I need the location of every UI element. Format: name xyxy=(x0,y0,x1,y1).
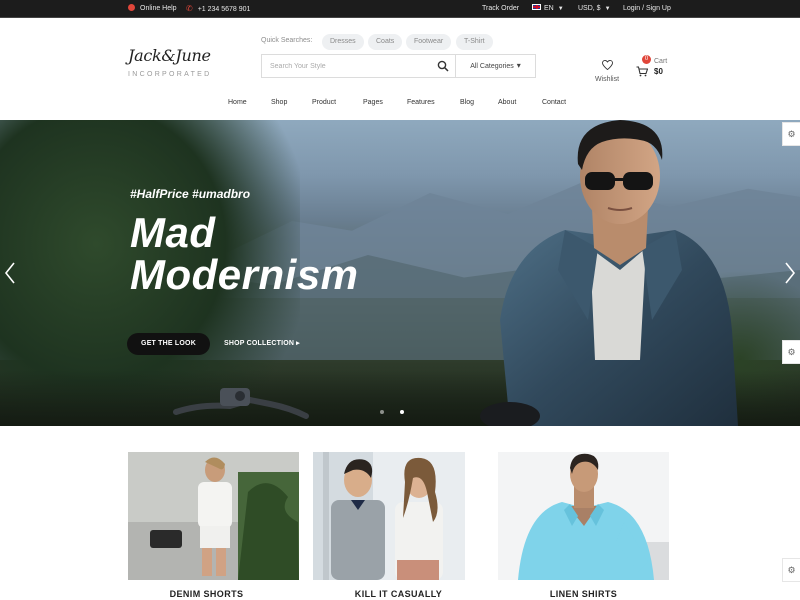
heart-icon xyxy=(601,59,613,71)
hero-title-line2: Modernism xyxy=(130,251,359,298)
motorcycle-handlebar-image xyxy=(173,388,309,419)
slider-next-arrow-icon[interactable] xyxy=(782,260,798,286)
nav-item-about[interactable]: About xyxy=(498,99,516,106)
nav-item-pages[interactable]: Pages xyxy=(363,99,383,106)
slider-prev-arrow-icon[interactable] xyxy=(2,260,18,286)
nav-item-home[interactable]: Home xyxy=(228,99,247,106)
help-icon xyxy=(128,4,135,11)
nav-item-features[interactable]: Features xyxy=(407,99,435,106)
nav-item-contact[interactable]: Contact xyxy=(542,99,566,106)
get-the-look-button[interactable]: GET THE LOOK xyxy=(127,333,210,355)
gear-icon: ⚙ xyxy=(787,564,796,575)
cart-icon xyxy=(636,66,648,77)
nav-item-product[interactable]: Product xyxy=(312,99,336,106)
language-select[interactable]: EN ▼ xyxy=(532,0,564,18)
quick-search-tag[interactable]: Dresses xyxy=(322,34,364,50)
slider-dot-active[interactable] xyxy=(400,410,404,414)
cart-total: $0 xyxy=(654,67,663,76)
track-order-link[interactable]: Track Order xyxy=(482,0,519,18)
play-arrow-icon: ▸ xyxy=(296,340,300,347)
hero-model-image xyxy=(480,120,738,426)
slider-dot[interactable] xyxy=(380,410,384,414)
gear-icon: ⚙ xyxy=(787,128,796,139)
category-image xyxy=(128,452,299,580)
currency-label: USD, $ xyxy=(578,5,601,12)
phone-icon: ✆ xyxy=(186,4,193,13)
language-label: EN xyxy=(544,5,554,12)
phone-label: +1 234 5678 901 xyxy=(197,6,251,13)
settings-tool[interactable]: ⚙ xyxy=(782,340,800,364)
slider-pagination xyxy=(380,410,410,416)
category-card-linen-shirts[interactable] xyxy=(498,452,669,580)
search-input[interactable] xyxy=(262,55,458,77)
nav-item-shop[interactable]: Shop xyxy=(271,99,287,106)
hero-title-line1: Mad xyxy=(130,209,216,256)
top-bar: Online Help ✆ +1 234 5678 901 Track Order… xyxy=(0,0,800,18)
nav-item-blog[interactable]: Blog xyxy=(460,99,474,106)
wishlist-button[interactable]: Wishlist xyxy=(588,57,626,83)
quick-searches-label: Quick Searches: xyxy=(261,37,313,44)
uk-flag-icon xyxy=(532,4,541,10)
login-signup-link[interactable]: Login / Sign Up xyxy=(623,0,671,18)
category-select-label: All Categories xyxy=(470,63,514,70)
hero-tagline: #HalfPrice #umadbro xyxy=(130,187,251,201)
category-label[interactable]: KILL IT CASUALLY xyxy=(313,589,484,599)
search-icon[interactable] xyxy=(437,60,449,72)
hero-slider: #HalfPrice #umadbro Mad Modernism GET TH… xyxy=(0,120,800,426)
category-image xyxy=(313,452,465,580)
search-bar: All Categories▾ xyxy=(261,54,536,78)
gear-icon: ⚙ xyxy=(787,346,796,357)
shop-collection-button[interactable]: SHOP COLLECTION ▸ xyxy=(224,333,300,355)
login-label: Login / Sign Up xyxy=(623,5,671,12)
wishlist-label: Wishlist xyxy=(594,76,620,83)
online-help-label: Online Help xyxy=(140,5,177,12)
quick-search-tag[interactable]: Coats xyxy=(368,34,403,50)
online-help-link[interactable]: Online Help xyxy=(128,0,177,18)
track-order-label: Track Order xyxy=(482,5,520,12)
category-card-denim-shorts[interactable] xyxy=(128,452,299,580)
category-label[interactable]: DENIM SHORTS xyxy=(121,589,292,599)
logo-wordmark: Jack&June xyxy=(128,46,211,65)
cart-count-badge: 0 xyxy=(642,55,651,64)
shop-collection-label: SHOP COLLECTION xyxy=(224,340,295,347)
category-select[interactable]: All Categories ▾ xyxy=(456,55,535,77)
chevron-down-icon: ▼ xyxy=(604,6,611,12)
currency-select[interactable]: USD, $ ▼ xyxy=(578,0,611,18)
chevron-down-icon: ▾ xyxy=(516,61,521,70)
category-label[interactable]: LINEN SHIRTS xyxy=(498,589,669,599)
category-card-kill-it-casually[interactable] xyxy=(313,452,484,580)
cart-button[interactable]: 0 Cart $0 xyxy=(636,55,676,79)
cart-label: Cart xyxy=(654,58,668,65)
quick-search-tag[interactable]: T-Shirt xyxy=(456,34,493,50)
main-nav: Home Shop Product Pages Features Blog Ab… xyxy=(0,99,800,113)
settings-tool[interactable]: ⚙ xyxy=(782,122,800,146)
settings-tool[interactable]: ⚙ xyxy=(782,558,800,582)
category-image xyxy=(498,452,669,580)
phone-number[interactable]: ✆ +1 234 5678 901 xyxy=(186,0,250,18)
logo-tagline: INCORPORATED xyxy=(128,71,212,78)
hero-title: Mad Modernism xyxy=(130,212,450,296)
chevron-down-icon: ▼ xyxy=(557,6,564,12)
quick-search-tag[interactable]: Footwear xyxy=(406,34,452,50)
